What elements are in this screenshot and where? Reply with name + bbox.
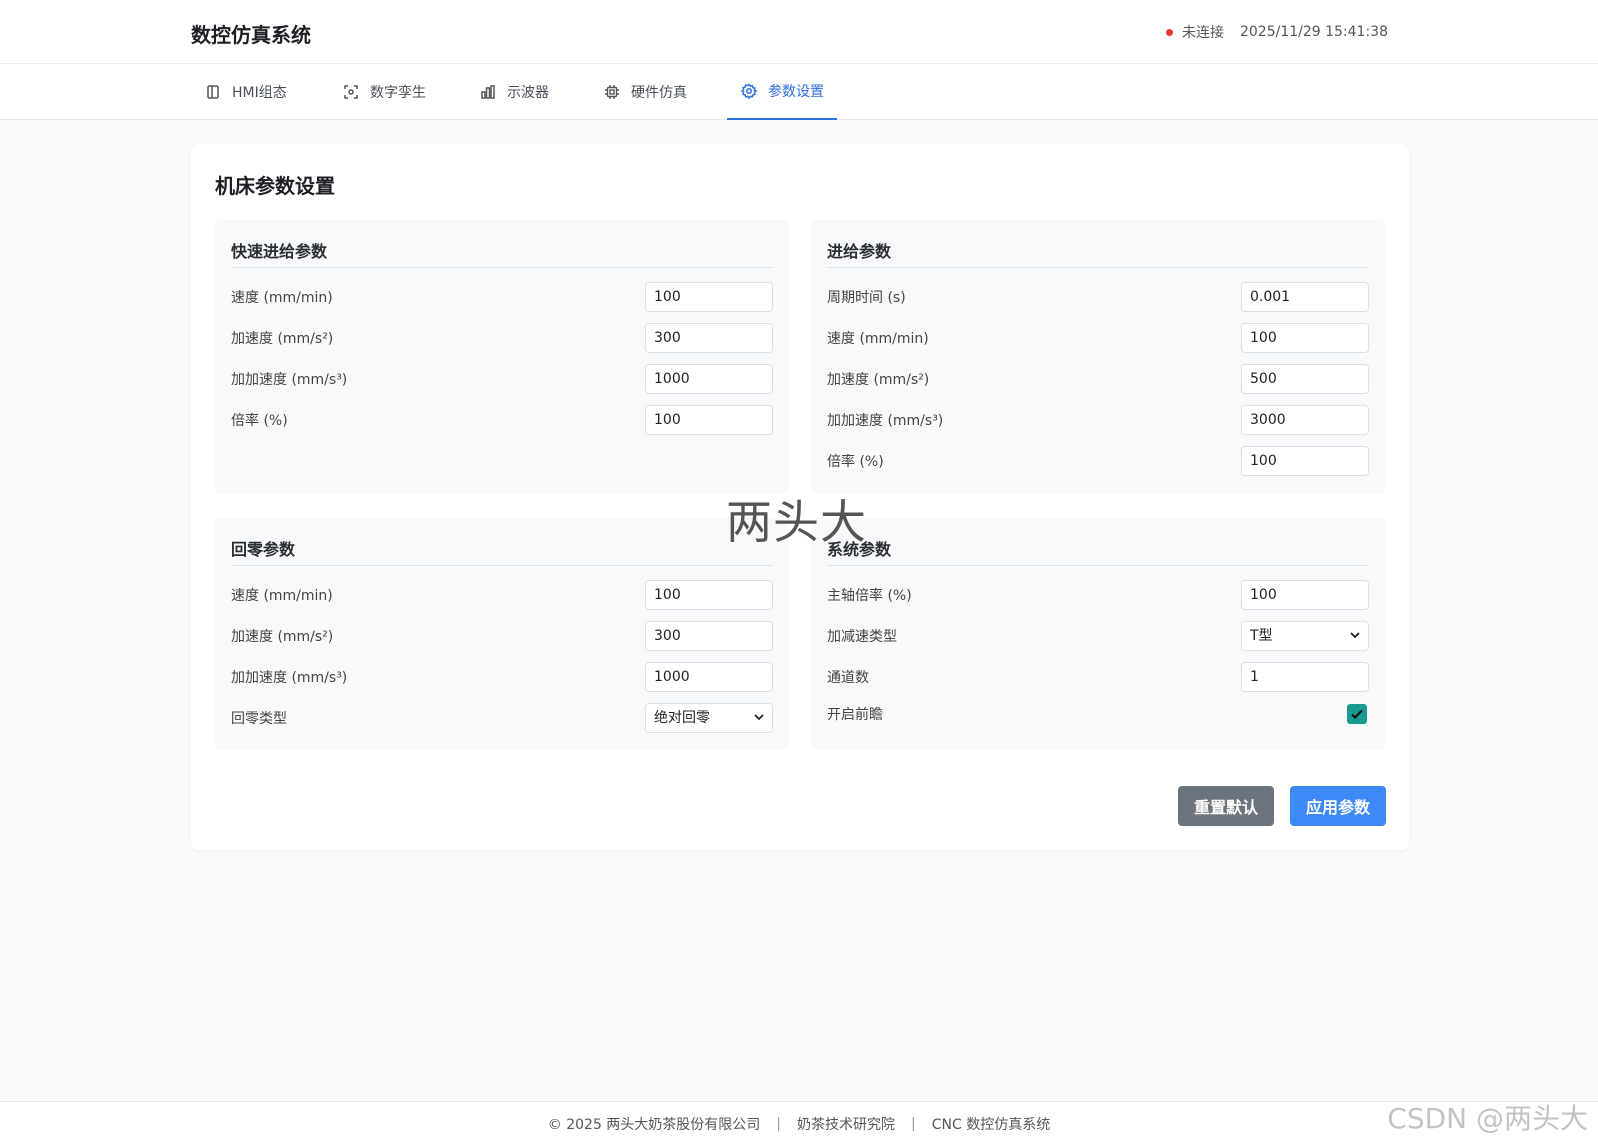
panel-title: 回零参数	[231, 536, 773, 566]
footer-separator: |	[911, 1116, 916, 1132]
panel-title: 快速进给参数	[231, 238, 773, 268]
feed-speed-input[interactable]	[1241, 323, 1369, 353]
param-row: 速度 (mm/min)	[231, 580, 773, 610]
tab-hardware-sim[interactable]: 硬件仿真	[590, 64, 700, 120]
check-icon	[1351, 709, 1363, 720]
rapid-accel-input[interactable]	[645, 323, 773, 353]
footer-institute: 奶茶技术研究院	[797, 1117, 896, 1133]
param-label: 速度 (mm/min)	[231, 588, 333, 604]
homing-type-select[interactable]: 绝对回零	[645, 703, 773, 733]
homing-panel: 回零参数 速度 (mm/min) 加速度 (mm/s²) 加加速度 (mm/s³…	[215, 518, 789, 750]
param-row: 加加速度 (mm/s³)	[827, 405, 1369, 435]
param-label: 开启前瞻	[827, 707, 883, 723]
layout-icon	[204, 83, 222, 101]
param-label: 加加速度 (mm/s³)	[231, 670, 348, 686]
tab-digital-twin[interactable]: 数字孪生	[329, 64, 439, 120]
param-row: 速度 (mm/min)	[231, 282, 773, 312]
param-row: 周期时间 (s)	[827, 282, 1369, 312]
param-row: 加速度 (mm/s²)	[231, 323, 773, 353]
param-label: 倍率 (%)	[827, 454, 884, 470]
param-row: 回零类型 绝对回零	[231, 703, 773, 733]
cycle-time-input[interactable]	[1241, 282, 1369, 312]
footer-copyright: © 2025 两头大奶茶股份有限公司	[547, 1117, 761, 1133]
param-label: 主轴倍率 (%)	[827, 588, 912, 604]
channel-count-input[interactable]	[1241, 662, 1369, 692]
app-header: 数控仿真系统 未连接 2025/11/29 15:41:38	[0, 0, 1598, 64]
tab-label: 硬件仿真	[631, 85, 687, 101]
homing-jerk-input[interactable]	[645, 662, 773, 692]
param-row: 开启前瞻	[827, 699, 1369, 729]
spindle-override-input[interactable]	[1241, 580, 1369, 610]
param-row: 加加速度 (mm/s³)	[231, 662, 773, 692]
feed-jerk-input[interactable]	[1241, 405, 1369, 435]
watermark-text: 两头大	[726, 495, 867, 549]
homing-type-dropdown[interactable]: 绝对回零	[645, 703, 773, 733]
bar-chart-icon	[479, 83, 497, 101]
csdn-watermark: CSDN @两头大	[1387, 1102, 1588, 1135]
param-label: 速度 (mm/min)	[231, 290, 333, 306]
param-label: 周期时间 (s)	[827, 290, 906, 306]
param-row: 倍率 (%)	[827, 446, 1369, 476]
tab-settings[interactable]: 参数设置	[727, 64, 837, 120]
system-panel: 系统参数 主轴倍率 (%) 加减速类型 T型 通道数 开启前瞻	[811, 518, 1385, 750]
main-nav: HMI组态 数字孪生 示波器 硬件仿真 参数设置	[0, 64, 1598, 120]
feed-panel: 进给参数 周期时间 (s) 速度 (mm/min) 加速度 (mm/s²) 加加…	[811, 220, 1385, 494]
param-label: 倍率 (%)	[231, 413, 288, 429]
panel-title: 进给参数	[827, 238, 1369, 268]
param-label: 加减速类型	[827, 629, 897, 645]
reset-defaults-button[interactable]: 重置默认	[1178, 786, 1274, 826]
param-row: 加减速类型 T型	[827, 621, 1369, 651]
tab-label: 数字孪生	[370, 85, 426, 101]
connection-status: 未连接 2025/11/29 15:41:38	[1165, 22, 1388, 42]
param-row: 加速度 (mm/s²)	[827, 364, 1369, 394]
chip-icon	[603, 83, 621, 101]
param-label: 回零类型	[231, 711, 287, 727]
tab-oscilloscope[interactable]: 示波器	[466, 64, 562, 120]
panel-title: 系统参数	[827, 536, 1369, 566]
param-label: 速度 (mm/min)	[827, 331, 929, 347]
apply-params-button[interactable]: 应用参数	[1290, 786, 1386, 826]
gear-icon	[740, 82, 758, 100]
tab-label: HMI组态	[232, 85, 287, 101]
param-label: 加速度 (mm/s²)	[231, 629, 334, 645]
rapid-override-input[interactable]	[645, 405, 773, 435]
lookahead-checkbox[interactable]	[1347, 704, 1367, 724]
param-label: 加加速度 (mm/s³)	[827, 413, 944, 429]
status-text: 未连接	[1181, 25, 1224, 41]
scan-icon	[342, 83, 360, 101]
accel-type-select[interactable]: T型	[1241, 621, 1369, 651]
rapid-jerk-input[interactable]	[645, 364, 773, 394]
rapid-speed-input[interactable]	[645, 282, 773, 312]
param-label: 加速度 (mm/s²)	[231, 331, 334, 347]
feed-override-input[interactable]	[1241, 446, 1369, 476]
accel-type-dropdown[interactable]: T型	[1241, 621, 1369, 651]
homing-accel-input[interactable]	[645, 621, 773, 651]
tab-hmi[interactable]: HMI组态	[191, 64, 300, 120]
page-title: 机床参数设置	[215, 174, 335, 198]
param-label: 加加速度 (mm/s³)	[231, 372, 348, 388]
param-row: 主轴倍率 (%)	[827, 580, 1369, 610]
param-row: 倍率 (%)	[231, 405, 773, 435]
tab-label: 参数设置	[768, 84, 824, 100]
tab-label: 示波器	[507, 85, 549, 101]
datetime: 2025/11/29 15:41:38	[1239, 24, 1388, 40]
footer: © 2025 两头大奶茶股份有限公司 | 奶茶技术研究院 | CNC 数控仿真系…	[0, 1101, 1598, 1146]
feed-accel-input[interactable]	[1241, 364, 1369, 394]
param-label: 加速度 (mm/s²)	[827, 372, 930, 388]
rapid-feed-panel: 快速进给参数 速度 (mm/min) 加速度 (mm/s²) 加加速度 (mm/…	[215, 220, 789, 494]
status-dot-icon	[1165, 28, 1173, 36]
param-row: 速度 (mm/min)	[827, 323, 1369, 353]
footer-system: CNC 数控仿真系统	[931, 1117, 1051, 1133]
param-row: 加加速度 (mm/s³)	[231, 364, 773, 394]
footer-separator: |	[776, 1116, 782, 1132]
homing-speed-input[interactable]	[645, 580, 773, 610]
param-row: 加速度 (mm/s²)	[231, 621, 773, 651]
param-row: 通道数	[827, 662, 1369, 692]
app-title: 数控仿真系统	[191, 23, 311, 47]
param-label: 通道数	[827, 670, 869, 686]
